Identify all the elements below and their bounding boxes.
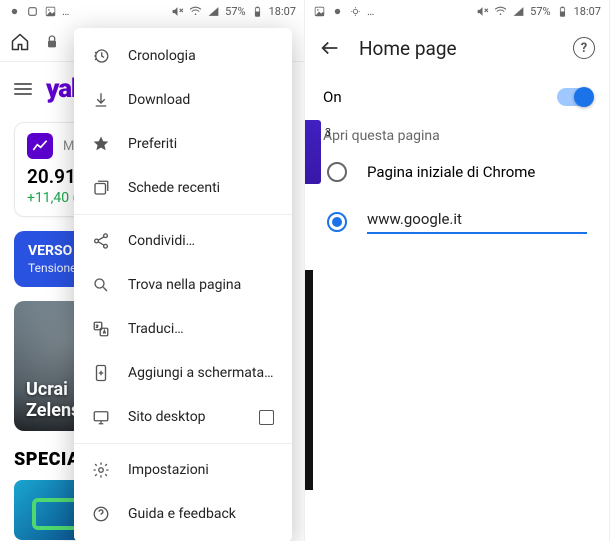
status-bar: … 57% 18:07 [0,0,304,22]
help-icon [92,505,110,523]
menu-find[interactable]: Trova nella pagina [74,263,292,307]
menu-translate[interactable]: Traduci… [74,307,292,351]
add-home-icon [92,364,110,382]
menu-download[interactable]: Download [74,78,292,122]
menu-desktop-site[interactable]: Sito desktop [74,395,292,439]
option-chrome-label: Pagina iniziale di Chrome [367,163,535,181]
clock-text: 18:07 [574,5,601,18]
home-icon[interactable] [10,32,30,52]
notif-icon [331,5,344,18]
mute-icon [476,5,489,18]
settings-topbar: Home page ? [305,22,609,74]
wifi-icon [494,5,507,18]
app-icon [26,5,39,18]
section-label: Apri questa pagina [305,120,609,148]
back-icon[interactable] [319,37,341,59]
gear-icon [92,461,110,479]
toggle-label: On [323,88,557,106]
homepage-toggle-row[interactable]: On [305,74,609,120]
screen-left-browser: … 57% 18:07 it. yah [0,0,305,541]
menu-bookmarks[interactable]: Preferiti [74,122,292,166]
battery-text: 57% [225,5,245,18]
menu-recent-tabs[interactable]: Schede recenti [74,166,292,210]
screen-right-settings: … 57% 18:07 Home page ? On 3 Apri questa… [305,0,610,541]
menu-add-homescreen[interactable]: Aggiungi a schermata H… [74,351,292,395]
wifi-icon [189,5,202,18]
battery-icon [556,5,569,18]
settings-notif-icon [349,5,362,18]
download-icon [92,91,110,109]
bg-fragment-dark [305,270,313,490]
option-custom-url[interactable] [305,196,609,248]
radio-selected[interactable] [327,212,347,232]
translate-icon [92,320,110,338]
signal-icon [512,5,525,18]
picture-icon [313,5,326,18]
star-icon [92,135,110,153]
homepage-url-input[interactable] [367,210,587,234]
search-icon [92,276,110,294]
help-button[interactable]: ? [573,37,595,59]
bg-fragment: 3 [305,120,321,184]
chart-icon [27,133,53,159]
desktop-site-checkbox[interactable] [259,410,274,425]
battery-icon [251,5,264,18]
picture-icon [44,5,57,18]
battery-text: 57% [530,5,550,18]
hamburger-icon[interactable] [14,83,32,95]
signal-icon [207,5,220,18]
radio-unselected[interactable] [327,162,347,182]
option-chrome-homepage[interactable]: Pagina iniziale di Chrome [305,148,609,196]
chrome-overflow-menu: Cronologia Download Preferiti Schede rec… [74,28,292,541]
menu-history[interactable]: Cronologia [74,34,292,78]
menu-settings[interactable]: Impostazioni [74,448,292,492]
history-icon [92,47,110,65]
status-bar: … 57% 18:07 [305,0,609,22]
hero-headline: Ucrai Zelens [26,379,80,421]
menu-share[interactable]: Condividi… [74,219,292,263]
share-icon [92,232,110,250]
homepage-toggle[interactable] [557,88,591,106]
more-notif: … [62,5,69,18]
desktop-icon [92,408,110,426]
notif-icon [8,5,21,18]
clock-text: 18:07 [269,5,296,18]
lock-icon [44,34,60,50]
menu-help[interactable]: Guida e feedback [74,492,292,536]
mute-icon [171,5,184,18]
more-notif: … [367,5,374,18]
tabs-icon [92,179,110,197]
page-title: Home page [359,37,555,60]
